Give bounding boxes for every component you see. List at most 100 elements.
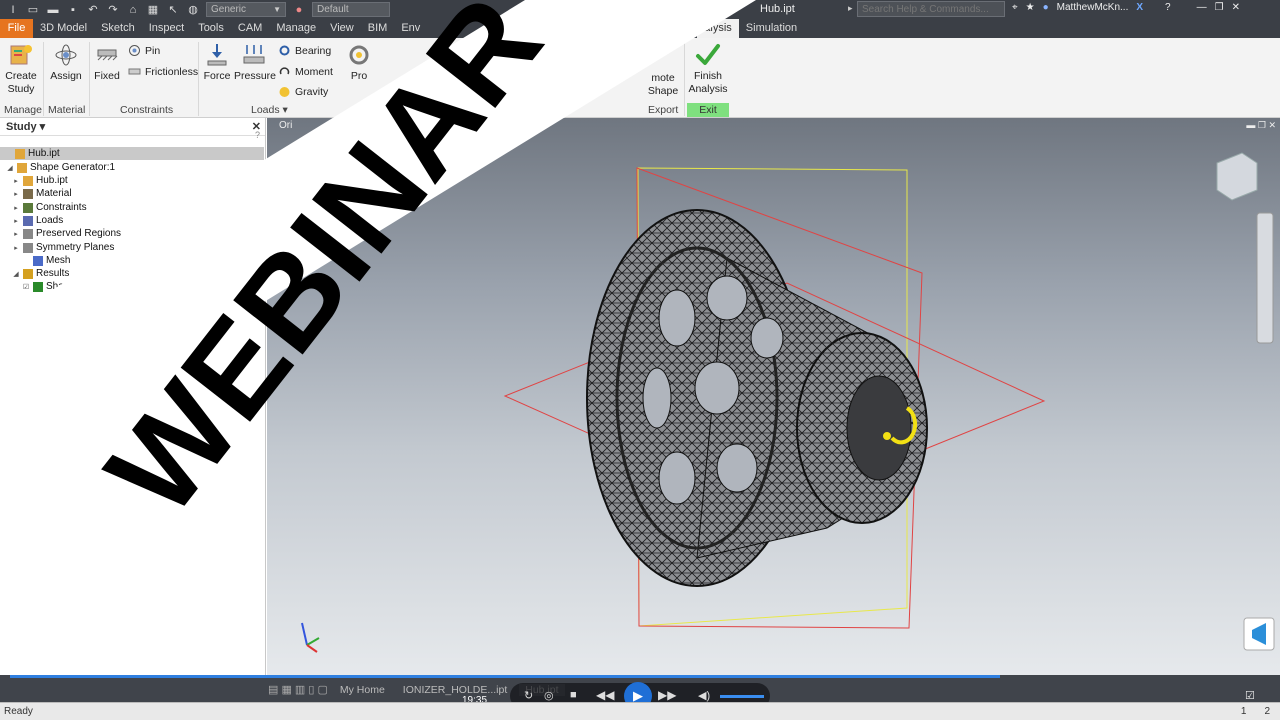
expand-toggle-icon[interactable]: ▸ xyxy=(12,244,20,252)
tree-item[interactable]: ▸ Symmetry Planes xyxy=(12,242,114,253)
create-study-icon xyxy=(10,45,32,65)
view-cube[interactable] xyxy=(1216,152,1258,201)
document-tab[interactable]: My Home xyxy=(334,684,391,696)
frictionless-constraint-button[interactable]: Frictionless xyxy=(128,65,198,78)
pin-icon[interactable]: ⌖ xyxy=(1012,2,1018,13)
captions-icon[interactable]: ◎ xyxy=(544,689,554,702)
moment-load-button[interactable]: Moment xyxy=(278,65,333,78)
tree-item[interactable]: Hub.ipt xyxy=(4,148,60,159)
navigation-bar[interactable] xyxy=(1256,212,1274,344)
tree-item-label: Results xyxy=(36,268,70,279)
create-study-button[interactable]: Create Study xyxy=(4,42,38,96)
tab-view[interactable]: View xyxy=(323,19,361,38)
tree-node-icon xyxy=(33,255,43,266)
pressure-load-button[interactable]: Pressure xyxy=(234,42,276,83)
frictionless-icon xyxy=(128,68,141,75)
select-icon[interactable]: ↖ xyxy=(166,4,180,16)
create-study-label: Create Study xyxy=(5,70,37,95)
atom-icon xyxy=(55,44,77,66)
video-progress-line[interactable] xyxy=(10,675,1000,678)
quick-access-toolbar: I ▭ ▬ ▪ ↶ ↷ ⌂ ▦ ↖ ◍ Generic ▼ ● Default xyxy=(0,2,390,17)
update-icon[interactable]: ▦ xyxy=(146,4,160,16)
frictionless-label: Frictionless xyxy=(145,65,199,78)
expand-toggle-icon[interactable]: ▸ xyxy=(12,217,20,225)
rewind-icon[interactable]: ◀◀ xyxy=(596,688,614,702)
tab-cam[interactable]: CAM xyxy=(231,19,269,38)
volume-slider[interactable] xyxy=(720,695,764,698)
expand-toggle-icon[interactable]: ▸ xyxy=(12,177,20,185)
minimize-icon[interactable]: — xyxy=(1197,2,1207,13)
app-menu-icon[interactable]: I xyxy=(6,4,20,16)
expand-toggle-icon[interactable]: ◢ xyxy=(12,270,20,278)
tree-item[interactable]: Mesh xyxy=(22,255,70,266)
force-load-button[interactable]: Force xyxy=(202,42,232,83)
new-file-icon[interactable]: ▭ xyxy=(26,4,40,16)
appearance-combo-value: Default xyxy=(317,4,349,15)
assign-material-button[interactable]: Assign xyxy=(48,42,84,83)
tree-node-icon xyxy=(23,202,33,213)
browser-header[interactable]: Study ▾ ✕ xyxy=(0,118,265,136)
graphics-viewport[interactable]: Ori ▬ ❐ ✕ xyxy=(267,118,1280,675)
tree-item[interactable]: ☑ Shape Gener xyxy=(22,281,106,292)
help-search-input[interactable] xyxy=(857,1,1005,17)
replay-icon[interactable]: ↻ xyxy=(524,689,533,702)
restore-icon[interactable]: ❐ xyxy=(1215,2,1224,13)
expand-toggle-icon[interactable]: ☑ xyxy=(22,283,30,291)
status-pages: 1 2 xyxy=(1241,706,1270,717)
redo-icon[interactable]: ↷ xyxy=(106,4,120,16)
promote-shape-button[interactable]: mote Shape xyxy=(644,72,682,98)
tree-item[interactable]: ▸ Loads xyxy=(12,215,63,226)
pin-constraint-button[interactable]: Pin xyxy=(128,44,160,57)
gravity-load-button[interactable]: Gravity xyxy=(278,85,328,98)
expand-toggle-icon[interactable]: ◢ xyxy=(6,164,14,172)
star-icon[interactable]: ★ xyxy=(1026,2,1035,13)
home-icon[interactable]: ⌂ xyxy=(126,4,140,16)
tab-simulation[interactable]: Simulation xyxy=(739,19,804,38)
appearance-combo[interactable]: Default xyxy=(312,2,390,17)
volume-icon[interactable]: ◀) xyxy=(698,689,710,702)
fast-forward-icon[interactable]: ▶▶ xyxy=(658,688,676,702)
save-icon[interactable]: ▪ xyxy=(66,4,80,16)
checkbox-icon[interactable]: ☑ xyxy=(1245,689,1255,702)
undo-icon[interactable]: ↶ xyxy=(86,4,100,16)
prop-button-partial[interactable]: Pro xyxy=(344,42,374,83)
help-icon[interactable]: ? xyxy=(255,130,260,140)
open-folder-icon[interactable]: ▬ xyxy=(46,4,60,16)
tab-tools[interactable]: Tools xyxy=(191,19,231,38)
tree-item[interactable]: ◢ Results xyxy=(12,268,69,279)
fixed-constraint-button[interactable]: Fixed xyxy=(92,42,122,83)
user-name[interactable]: MatthewMcKn... xyxy=(1057,2,1129,13)
finish-label: Finish xyxy=(693,70,722,82)
color-wheel-icon[interactable]: ● xyxy=(292,4,306,16)
globe-icon[interactable]: ◍ xyxy=(186,4,200,16)
tree-item[interactable]: ▸ Constraints xyxy=(12,202,86,213)
expand-toggle-icon[interactable]: ▸ xyxy=(12,204,20,212)
tab-manage[interactable]: Manage xyxy=(269,19,323,38)
stop-icon[interactable]: ■ xyxy=(570,689,577,701)
help-icon[interactable]: ? xyxy=(1165,2,1171,13)
tab-inspect[interactable]: Inspect xyxy=(142,19,191,38)
expand-toggle-icon[interactable]: ▸ xyxy=(12,190,20,198)
tab-file[interactable]: File xyxy=(0,19,33,38)
tree-item[interactable]: ▸ Material xyxy=(12,188,71,199)
browser-title[interactable]: Study ▾ xyxy=(6,120,45,133)
style-combo[interactable]: Generic ▼ xyxy=(206,2,286,17)
close-icon[interactable]: ✕ xyxy=(1232,2,1240,13)
bearing-label: Bearing xyxy=(295,44,332,57)
tree-item[interactable]: ▸ Hub.ipt xyxy=(12,175,67,186)
document-tab[interactable]: IONIZER_HOLDE...ipt xyxy=(397,684,513,696)
autodesk-x-icon[interactable]: X xyxy=(1136,2,1143,13)
tree-item[interactable]: ▸ Preserved Regions xyxy=(12,228,121,239)
ribbon-tabs: File 3D Model Sketch Inspect Tools CAM Manage V… xyxy=(0,19,1280,38)
tab-bim[interactable]: BIM xyxy=(361,19,395,38)
expand-toggle-icon[interactable]: ▸ xyxy=(12,230,20,238)
tab-3d-model[interactable]: 3D Model xyxy=(33,19,94,38)
finish-analysis-button[interactable]: Finish Analysis xyxy=(687,42,729,96)
tab-sketch[interactable]: Sketch xyxy=(94,19,142,38)
bearing-load-button[interactable]: Bearing xyxy=(278,44,331,57)
tab-env[interactable]: Env xyxy=(394,19,427,38)
user-icon[interactable]: ● xyxy=(1043,2,1049,13)
tile-views-icon[interactable]: ▤ ▦ ▥ ▯ ▢ xyxy=(268,683,328,696)
tree-item[interactable]: ◢ Shape Generator:1 xyxy=(6,162,115,173)
tab-alysis[interactable]: alysis xyxy=(697,19,739,38)
